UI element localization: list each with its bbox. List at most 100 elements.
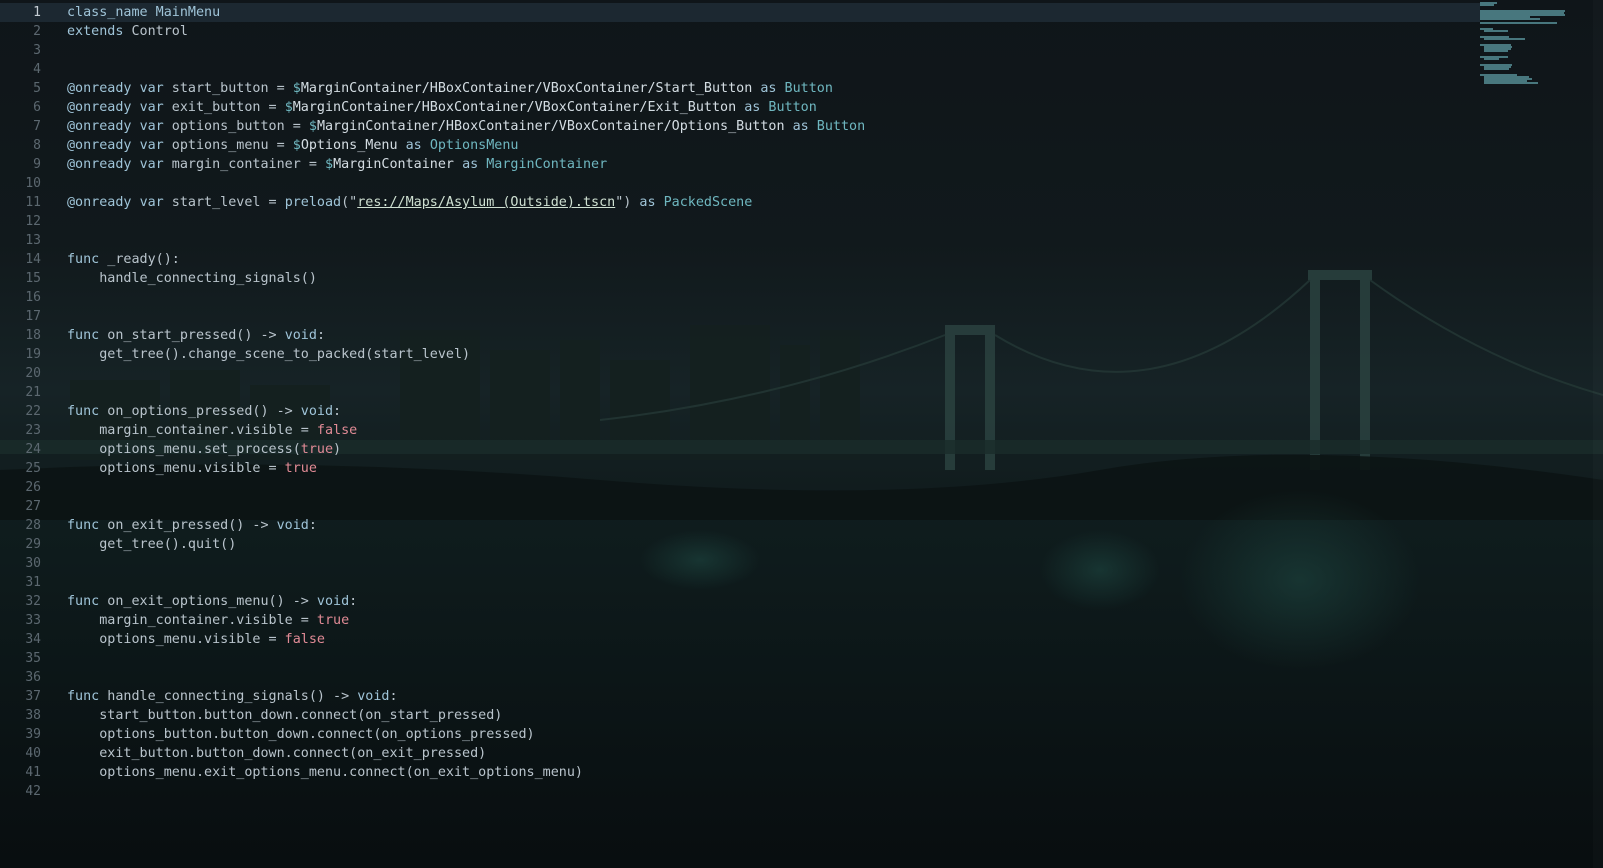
code-line-text: @onready var margin_container = $MarginC… bbox=[67, 157, 608, 172]
minimap-line bbox=[1483, 68, 1509, 70]
line-number: 4 bbox=[33, 62, 41, 77]
line-number: 22 bbox=[25, 404, 41, 419]
code-line-text: margin_container.visible = false bbox=[67, 423, 358, 438]
code-line-text: options_button.button_down.connect(on_op… bbox=[67, 727, 535, 742]
code-line[interactable] bbox=[67, 649, 1447, 668]
code-line[interactable]: options_menu.visible = true bbox=[67, 459, 1447, 478]
code-line[interactable]: @onready var start_level = preload("res:… bbox=[67, 193, 1447, 212]
line-number: 26 bbox=[25, 480, 41, 495]
code-line[interactable]: exit_button.button_down.connect(on_exit_… bbox=[67, 744, 1447, 763]
code-line-text: @onready var options_menu = $Options_Men… bbox=[67, 138, 519, 153]
line-number: 8 bbox=[33, 138, 41, 153]
line-number: 42 bbox=[25, 784, 41, 799]
line-number: 9 bbox=[33, 157, 41, 172]
code-editor[interactable]: 1 2 3 4 5 6 7 8 9 10 11 12 13 14 15 16 17 18 19 20 21 22 23 24 2… bbox=[0, 0, 1603, 868]
code-line[interactable] bbox=[67, 174, 1447, 193]
line-number: 29 bbox=[25, 537, 41, 552]
line-number: 1 bbox=[33, 5, 41, 20]
code-line[interactable]: start_button.button_down.connect(on_star… bbox=[67, 706, 1447, 725]
line-number: 25 bbox=[25, 461, 41, 476]
code-line-text: func _ready(): bbox=[67, 252, 180, 267]
line-number: 35 bbox=[25, 651, 41, 666]
line-number: 19 bbox=[25, 347, 41, 362]
code-line[interactable]: @onready var options_button = $MarginCon… bbox=[67, 117, 1447, 136]
code-line[interactable] bbox=[67, 668, 1447, 687]
code-line[interactable]: get_tree().change_scene_to_packed(start_… bbox=[67, 345, 1447, 364]
line-number: 17 bbox=[25, 309, 41, 324]
code-line[interactable] bbox=[67, 231, 1447, 250]
code-line[interactable] bbox=[67, 307, 1447, 326]
code-line[interactable]: @onready var options_menu = $Options_Men… bbox=[67, 136, 1447, 155]
line-number: 11 bbox=[25, 195, 41, 210]
code-line-text: @onready var start_level = preload("res:… bbox=[67, 195, 753, 210]
code-line-text: func on_start_pressed() -> void: bbox=[67, 328, 325, 343]
line-number: 2 bbox=[33, 24, 41, 39]
line-number: 18 bbox=[25, 328, 41, 343]
line-number: 40 bbox=[25, 746, 41, 761]
code-line[interactable]: func on_start_pressed() -> void: bbox=[67, 326, 1447, 345]
code-line[interactable] bbox=[67, 554, 1447, 573]
minimap-line bbox=[1483, 82, 1538, 84]
code-line[interactable]: func on_exit_options_menu() -> void: bbox=[67, 592, 1447, 611]
code-line[interactable] bbox=[67, 60, 1447, 79]
code-line[interactable]: @onready var margin_container = $MarginC… bbox=[67, 155, 1447, 174]
line-number: 32 bbox=[25, 594, 41, 609]
line-number: 12 bbox=[25, 214, 41, 229]
line-number: 3 bbox=[33, 43, 41, 58]
code-line-text: @onready var options_button = $MarginCon… bbox=[67, 119, 866, 134]
code-line[interactable]: handle_connecting_signals() bbox=[67, 269, 1447, 288]
code-line[interactable] bbox=[67, 364, 1447, 383]
minimap-line bbox=[1480, 18, 1541, 20]
line-number: 41 bbox=[25, 765, 41, 780]
vertical-scrollbar[interactable] bbox=[1593, 0, 1603, 868]
code-line-text: func on_options_pressed() -> void: bbox=[67, 404, 342, 419]
line-number: 15 bbox=[25, 271, 41, 286]
code-line[interactable] bbox=[67, 41, 1447, 60]
code-line[interactable]: func handle_connecting_signals() -> void… bbox=[67, 687, 1447, 706]
code-line[interactable]: func on_exit_pressed() -> void: bbox=[67, 516, 1447, 535]
code-line-text: get_tree().change_scene_to_packed(start_… bbox=[67, 347, 471, 362]
line-number: 38 bbox=[25, 708, 41, 723]
code-line[interactable]: class_name MainMenu bbox=[67, 3, 1447, 22]
line-number: 36 bbox=[25, 670, 41, 685]
code-line[interactable]: extends Control bbox=[67, 22, 1447, 41]
code-line-text: options_menu.visible = false bbox=[67, 632, 325, 647]
code-line[interactable]: options_menu.visible = false bbox=[67, 630, 1447, 649]
code-line-text: func on_exit_options_menu() -> void: bbox=[67, 594, 358, 609]
line-number: 23 bbox=[25, 423, 41, 438]
minimap-line bbox=[1483, 58, 1499, 60]
minimap-line bbox=[1483, 50, 1508, 52]
code-line[interactable] bbox=[67, 497, 1447, 516]
code-line-text: @onready var exit_button = $MarginContai… bbox=[67, 100, 817, 115]
code-line-text: margin_container.visible = true bbox=[67, 613, 350, 628]
line-number: 16 bbox=[25, 290, 41, 305]
code-line-text: class_name MainMenu bbox=[67, 5, 221, 20]
code-line[interactable] bbox=[67, 573, 1447, 592]
code-line[interactable]: options_menu.set_process(true) bbox=[67, 440, 1447, 459]
code-line[interactable] bbox=[67, 212, 1447, 231]
code-line[interactable]: margin_container.visible = true bbox=[67, 611, 1447, 630]
line-number-gutter[interactable]: 1 2 3 4 5 6 7 8 9 10 11 12 13 14 15 16 17 18 19 20 21 22 23 24 2… bbox=[0, 3, 48, 801]
code-line[interactable]: options_button.button_down.connect(on_op… bbox=[67, 725, 1447, 744]
code-text-area[interactable]: class_name MainMenu extends Control @onr… bbox=[67, 3, 1447, 801]
code-line-text: options_menu.exit_options_menu.connect(o… bbox=[67, 765, 583, 780]
code-line[interactable] bbox=[67, 288, 1447, 307]
code-line[interactable]: func _ready(): bbox=[67, 250, 1447, 269]
minimap-line bbox=[1483, 30, 1508, 32]
code-line[interactable] bbox=[67, 782, 1447, 801]
code-line[interactable]: margin_container.visible = false bbox=[67, 421, 1447, 440]
line-number: 27 bbox=[25, 499, 41, 514]
code-line-text: @onready var start_button = $MarginConta… bbox=[67, 81, 833, 96]
code-line-text: handle_connecting_signals() bbox=[67, 271, 317, 286]
code-line[interactable]: get_tree().quit() bbox=[67, 535, 1447, 554]
code-line[interactable]: options_menu.exit_options_menu.connect(o… bbox=[67, 763, 1447, 782]
code-line[interactable]: @onready var exit_button = $MarginContai… bbox=[67, 98, 1447, 117]
code-line[interactable] bbox=[67, 478, 1447, 497]
code-line[interactable] bbox=[67, 383, 1447, 402]
line-number: 33 bbox=[25, 613, 41, 628]
minimap[interactable] bbox=[1480, 2, 1570, 92]
code-line[interactable]: func on_options_pressed() -> void: bbox=[67, 402, 1447, 421]
code-line-text: get_tree().quit() bbox=[67, 537, 237, 552]
code-line[interactable]: @onready var start_button = $MarginConta… bbox=[67, 79, 1447, 98]
code-line-text: options_menu.set_process(true) bbox=[67, 442, 342, 457]
